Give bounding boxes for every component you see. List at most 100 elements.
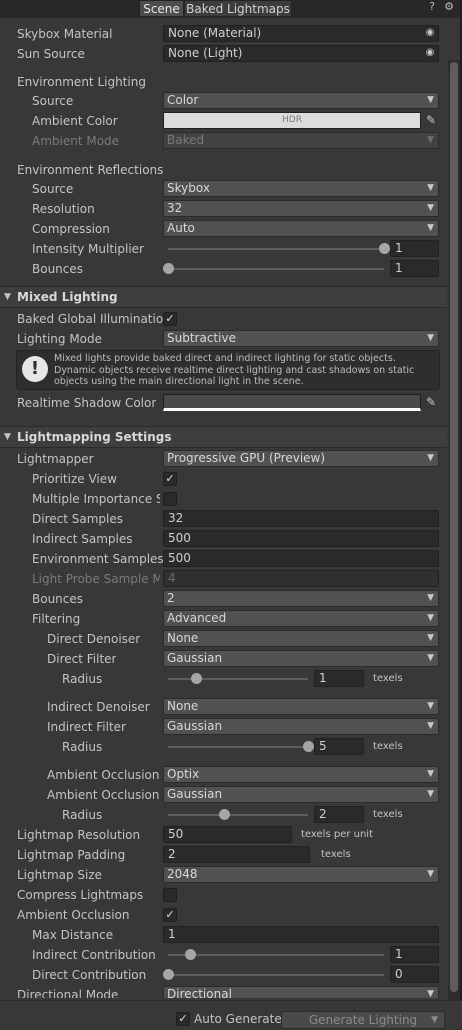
ao-filter-dropdown[interactable]: Gaussian ▼ <box>163 786 439 803</box>
indirect-contrib-slider-track[interactable] <box>168 954 384 956</box>
indirect-radius-input[interactable]: 5 <box>314 738 364 755</box>
direct-radius-slider-thumb[interactable] <box>191 673 202 684</box>
ao-radius-input[interactable]: 2 <box>314 806 364 823</box>
eyedropper-icon[interactable]: ✎ <box>423 394 439 410</box>
indirect-denoiser-dropdown[interactable]: None ▼ <box>163 698 439 715</box>
generate-lighting-button[interactable]: Generate Lighting ▼ <box>281 1011 445 1029</box>
direct-contrib-slider-thumb[interactable] <box>163 969 174 980</box>
resolution-dropdown[interactable]: 32 ▼ <box>163 200 439 217</box>
light-probe-input: 4 <box>163 570 439 587</box>
section-lightmapping-settings[interactable]: ▼ Lightmapping Settings <box>0 426 447 448</box>
intensity-input[interactable]: 1 <box>390 240 439 257</box>
section-mixed-lighting[interactable]: ▼ Mixed Lighting <box>0 286 447 308</box>
chevron-down-icon: ▼ <box>427 721 434 731</box>
mis-checkbox[interactable] <box>163 492 177 506</box>
filtering-dropdown[interactable]: Advanced ▼ <box>163 610 439 627</box>
ambient-color-swatch[interactable]: HDR <box>163 112 421 129</box>
label-env-source: Source <box>32 94 74 108</box>
eyedropper-icon[interactable]: ✎ <box>423 112 439 128</box>
label-intensity-multiplier: Intensity Multiplier <box>32 242 144 256</box>
chevron-down-icon: ▼ <box>427 593 434 603</box>
chevron-down-icon: ▼ <box>427 989 434 998</box>
foldout-arrow-icon[interactable]: ▼ <box>4 292 11 302</box>
object-picker-icon[interactable]: ◉ <box>424 27 436 39</box>
label-indirect-contrib: Indirect Contribution <box>32 948 156 962</box>
direct-radius-input[interactable]: 1 <box>314 670 364 687</box>
label-indirect-filter: Indirect Filter <box>47 720 126 734</box>
label-ambient-occlusion: Ambient Occlusion <box>17 908 130 922</box>
baked-gi-checkbox[interactable]: ✓ <box>163 312 177 326</box>
bounces-slider-thumb[interactable] <box>163 263 174 274</box>
lighting-inspector[interactable]: Skybox Material None (Material) ◉ Sun Sou… <box>0 18 447 998</box>
chevron-down-icon: ▼ <box>427 223 434 233</box>
label-direct-radius: Radius <box>62 672 103 686</box>
scrollbar-thumb[interactable] <box>450 62 458 992</box>
sun-source-field[interactable]: None (Light) ◉ <box>163 45 439 62</box>
direct-radius-slider-track[interactable] <box>168 678 308 680</box>
ao-radius-slider-track[interactable] <box>168 814 308 816</box>
label-skybox-material: Skybox Material <box>17 27 113 41</box>
indirect-radius-slider-thumb[interactable] <box>303 741 314 752</box>
lightmapper-dropdown[interactable]: Progressive GPU (Preview) ▼ <box>163 450 439 467</box>
chevron-down-icon: ▼ <box>427 95 434 105</box>
realtime-shadow-color-swatch[interactable] <box>163 394 421 411</box>
max-distance-input[interactable]: 1 <box>163 926 439 943</box>
label-ao-filter: Ambient Occlusion F <box>47 788 160 802</box>
lm-padding-input[interactable]: 2 <box>163 846 310 863</box>
label-direct-filter: Direct Filter <box>47 652 117 666</box>
ambient-occlusion-checkbox[interactable]: ✓ <box>163 908 177 922</box>
direct-contrib-slider-track[interactable] <box>168 974 384 976</box>
intensity-slider-track[interactable] <box>168 248 384 250</box>
tab-scene[interactable]: Scene <box>139 0 184 17</box>
env-samples-input[interactable]: 500 <box>163 550 439 567</box>
indirect-filter-dropdown[interactable]: Gaussian ▼ <box>163 718 439 735</box>
env-source-dropdown[interactable]: Color ▼ <box>163 92 439 109</box>
direct-denoiser-dropdown[interactable]: None ▼ <box>163 630 439 647</box>
compress-lm-checkbox[interactable] <box>163 888 177 902</box>
indirect-contrib-input[interactable]: 1 <box>390 946 439 963</box>
object-picker-icon[interactable]: ◉ <box>424 47 436 59</box>
label-compress-lm: Compress Lightmaps <box>17 888 144 902</box>
bounces-slider-track[interactable] <box>168 268 384 270</box>
label-ao-radius: Radius <box>62 808 103 822</box>
chevron-down-icon: ▼ <box>431 1015 438 1025</box>
label-sun-source: Sun Source <box>17 47 85 61</box>
direct-filter-dropdown[interactable]: Gaussian ▼ <box>163 650 439 667</box>
label-direct-samples: Direct Samples <box>32 512 123 526</box>
label-ao-denoiser: Ambient Occlusion D <box>47 768 160 782</box>
skybox-material-field[interactable]: None (Material) ◉ <box>163 25 439 42</box>
indirect-samples-input[interactable]: 500 <box>163 530 439 547</box>
refl-source-dropdown[interactable]: Skybox ▼ <box>163 180 439 197</box>
compression-dropdown[interactable]: Auto ▼ <box>163 220 439 237</box>
chevron-down-icon: ▼ <box>427 613 434 623</box>
label-env-samples: Environment Samples <box>32 552 164 566</box>
intensity-slider-thumb[interactable] <box>379 243 390 254</box>
direct-samples-input[interactable]: 32 <box>163 510 439 527</box>
indirect-contrib-slider-thumb[interactable] <box>184 949 196 960</box>
bounces-lm-dropdown[interactable]: 2 ▼ <box>163 590 439 607</box>
env-reflections-header: Environment Reflections <box>17 163 164 177</box>
lm-resolution-input[interactable]: 50 <box>163 826 292 843</box>
chevron-down-icon: ▼ <box>427 333 434 343</box>
tab-baked-lightmaps[interactable]: Baked Lightmaps <box>184 0 292 17</box>
bounces-refl-input[interactable]: 1 <box>390 260 439 277</box>
ao-radius-slider-thumb[interactable] <box>219 809 230 820</box>
help-icon[interactable]: ? <box>425 0 439 14</box>
prioritize-view-checkbox[interactable]: ✓ <box>163 472 177 486</box>
ao-denoiser-dropdown[interactable]: Optix ▼ <box>163 766 439 783</box>
foldout-arrow-icon[interactable]: ▼ <box>4 432 11 442</box>
directional-mode-dropdown[interactable]: Directional ▼ <box>163 986 439 998</box>
label-indirect-radius: Radius <box>62 740 103 754</box>
chevron-down-icon: ▼ <box>427 789 434 799</box>
settings-icon[interactable]: ⚙ <box>442 0 456 14</box>
chevron-down-icon: ▼ <box>427 633 434 643</box>
direct-contrib-input[interactable]: 0 <box>390 966 439 983</box>
chevron-down-icon: ▼ <box>427 183 434 193</box>
lighting-mode-dropdown[interactable]: Subtractive ▼ <box>163 330 439 347</box>
indirect-radius-slider-track[interactable] <box>168 746 308 748</box>
info-icon: ! <box>22 356 48 382</box>
lm-size-dropdown[interactable]: 2048 ▼ <box>163 866 439 883</box>
chevron-down-icon: ▼ <box>427 203 434 213</box>
label-bounces-lm: Bounces <box>32 592 84 606</box>
auto-generate-checkbox[interactable]: ✓ <box>176 1012 190 1026</box>
